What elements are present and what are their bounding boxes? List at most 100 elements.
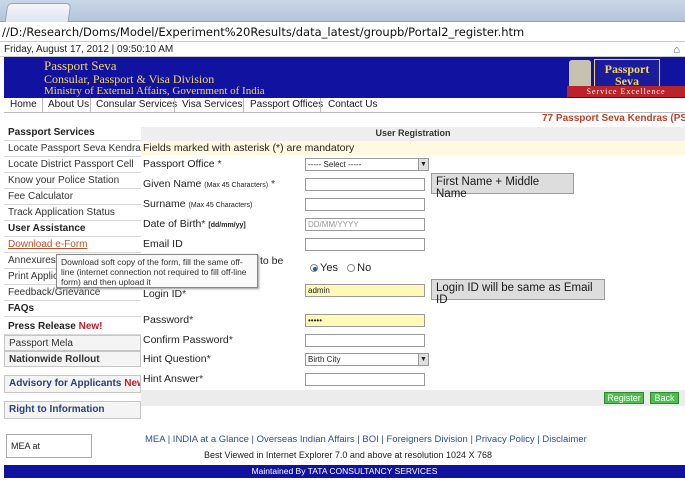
dob-hint: [dd/mm/yy] bbox=[208, 222, 246, 229]
radio-empty-icon[interactable] bbox=[347, 264, 356, 272]
date-bar: Friday, August 17, 2012 | 09:50:10 AM ⌂ bbox=[0, 43, 685, 57]
required-star: * bbox=[182, 288, 187, 300]
press-release-label: Press Release bbox=[8, 321, 76, 332]
given-name-callout: First Name + Middle Name bbox=[431, 173, 574, 200]
header-banner: Passport Seva Consular, Passport & Visa … bbox=[4, 57, 685, 98]
new-badge: New! bbox=[78, 321, 103, 332]
mea-widget[interactable]: MEA at bbox=[6, 434, 92, 458]
address-bar[interactable]: //D:/Research/Doms/Model/Experiment%20Re… bbox=[0, 22, 685, 42]
dob-label-text: Date of Birth bbox=[143, 218, 202, 230]
sidebar-item-rti[interactable]: Right to Information bbox=[4, 401, 141, 419]
confirm-password-input[interactable] bbox=[305, 334, 425, 347]
sidebar-heading-user-assistance: User Assistance bbox=[4, 221, 141, 237]
required-star: * bbox=[189, 314, 194, 326]
surname-label-text: Surname bbox=[143, 198, 186, 210]
password-input[interactable]: ••••• bbox=[305, 314, 425, 327]
no-label: No bbox=[357, 262, 372, 274]
browser-tab[interactable] bbox=[4, 3, 72, 22]
sidebar-item-advisory[interactable]: Advisory for Applicants New! bbox=[4, 375, 141, 393]
sidebar-item-nationwide-rollout[interactable]: Nationwide Rollout bbox=[4, 351, 141, 367]
sidebar-heading-passport-services: Passport Services bbox=[4, 125, 141, 141]
yes-label: Yes bbox=[320, 262, 338, 274]
login-id-label-text: Login ID bbox=[143, 288, 183, 300]
sidebar-item-police-station[interactable]: Know your Police Station bbox=[4, 173, 141, 189]
passport-office-selected: ----- Select ----- bbox=[308, 160, 362, 169]
given-name-input[interactable] bbox=[305, 178, 425, 191]
sidebar-item-track-status[interactable]: Track Application Status bbox=[4, 205, 141, 221]
logo-tagline: Service Excellence bbox=[567, 86, 685, 97]
hint-question-selected: Birth City bbox=[308, 355, 341, 364]
given-name-hint: (Max 45 Characters) bbox=[204, 182, 269, 189]
download-tooltip: Download soft copy of the form, fill the… bbox=[56, 254, 258, 288]
nav-visa-services[interactable]: Visa Services bbox=[182, 99, 242, 110]
footer-links[interactable]: MEA | INDIA at a Glance | Overseas India… bbox=[145, 434, 587, 445]
yes-no-radio-group: Yes No bbox=[310, 262, 371, 274]
date-text: Friday, August 17, 2012 | 09:50:10 AM bbox=[4, 44, 174, 55]
hint-answer-label-text: Hint Answer bbox=[143, 373, 200, 385]
chevron-down-icon[interactable]: ▼ bbox=[418, 354, 428, 365]
required-star: * bbox=[228, 334, 233, 346]
sidebar-item-download-eform[interactable]: Download e-Form bbox=[4, 237, 141, 253]
sidebar-item-fee-calculator[interactable]: Fee Calculator bbox=[4, 189, 141, 205]
surname-label: Surname (Max 45 Characters) bbox=[143, 198, 252, 210]
given-name-label: Given Name (Max 45 Characters) * bbox=[143, 178, 275, 190]
nav-separator bbox=[90, 98, 91, 112]
register-button[interactable]: Register bbox=[604, 392, 644, 404]
passport-office-label: Passport Office * bbox=[143, 158, 222, 170]
required-star: * bbox=[206, 353, 211, 365]
login-id-label: Login ID* bbox=[143, 288, 186, 300]
form-button-row: Register Back bbox=[141, 390, 685, 406]
home-icon[interactable]: ⌂ bbox=[673, 44, 680, 56]
email-input[interactable] bbox=[305, 238, 425, 251]
sidebar-item-passport-mela[interactable]: Passport Mela bbox=[4, 335, 141, 351]
news-ticker[interactable]: 77 Passport Seva Kendras (PSKs) ha bbox=[542, 113, 685, 124]
nav-about-us[interactable]: About Us bbox=[48, 99, 89, 110]
dob-label: Date of Birth* [dd/mm/yy] bbox=[143, 218, 246, 230]
yes-radio[interactable]: Yes bbox=[310, 262, 338, 274]
footer-browser-note: Best Viewed in Internet Explorer 7.0 and… bbox=[204, 450, 493, 460]
banner-ministry: Ministry of External Affairs, Government… bbox=[44, 85, 265, 97]
nav-separator bbox=[174, 98, 175, 112]
sidebar-item-locate-psk[interactable]: Locate Passport Seva Kendra bbox=[4, 141, 141, 157]
back-button[interactable]: Back bbox=[650, 392, 679, 404]
nav-consular-services[interactable]: Consular Services bbox=[96, 99, 177, 110]
radio-selected-icon[interactable] bbox=[310, 264, 318, 272]
hint-question-label: Hint Question* bbox=[143, 353, 211, 365]
partial-question-label: to be bbox=[260, 255, 284, 267]
passport-office-select[interactable]: ----- Select ----- ▼ bbox=[305, 158, 429, 171]
login-id-callout: Login ID will be same as Email ID bbox=[431, 279, 605, 306]
nav-home[interactable]: Home bbox=[10, 99, 37, 110]
required-star: * bbox=[201, 218, 206, 230]
hint-question-label-text: Hint Question bbox=[143, 353, 207, 365]
given-name-label-text: Given Name bbox=[143, 178, 202, 190]
login-id-input[interactable]: admin bbox=[305, 284, 425, 297]
sidebar-heading-faqs[interactable]: FAQs bbox=[4, 301, 141, 317]
dob-input[interactable]: DD/MM/YYYY bbox=[305, 218, 425, 231]
surname-input[interactable] bbox=[305, 198, 425, 211]
nav-passport-offices[interactable]: Passport Offices bbox=[250, 99, 323, 110]
confirm-password-label-text: Confirm Password bbox=[143, 334, 229, 346]
advisory-label: Advisory for Applicants bbox=[9, 378, 122, 389]
confirm-password-label: Confirm Password* bbox=[143, 334, 233, 346]
mandatory-note: Fields marked with asterisk (*) are mand… bbox=[141, 141, 685, 155]
nav-separator bbox=[243, 98, 244, 112]
required-star: * bbox=[199, 373, 204, 385]
no-radio[interactable]: No bbox=[347, 262, 371, 274]
password-label: Password* bbox=[143, 314, 193, 326]
nav-separator bbox=[42, 98, 43, 112]
hint-answer-label: Hint Answer* bbox=[143, 373, 203, 385]
nav-contact-us[interactable]: Contact Us bbox=[328, 99, 377, 110]
main-nav: Home About Us Consular Services Visa Ser… bbox=[4, 98, 685, 113]
surname-hint: (Max 45 Characters) bbox=[188, 202, 253, 209]
chevron-down-icon[interactable]: ▼ bbox=[418, 159, 428, 170]
hint-answer-input[interactable] bbox=[305, 373, 425, 386]
sidebar-item-press-release[interactable]: Press Release New! bbox=[4, 319, 141, 335]
email-label: Email ID bbox=[143, 238, 183, 250]
password-label-text: Password bbox=[143, 314, 190, 326]
new-badge: New! bbox=[124, 378, 140, 389]
sidebar-item-locate-district-cell[interactable]: Locate District Passport Cell bbox=[4, 157, 141, 173]
browser-tab-strip bbox=[0, 0, 685, 22]
nav-separator bbox=[320, 98, 321, 112]
hint-question-select[interactable]: Birth City ▼ bbox=[305, 353, 429, 366]
required-star: * bbox=[271, 178, 276, 190]
